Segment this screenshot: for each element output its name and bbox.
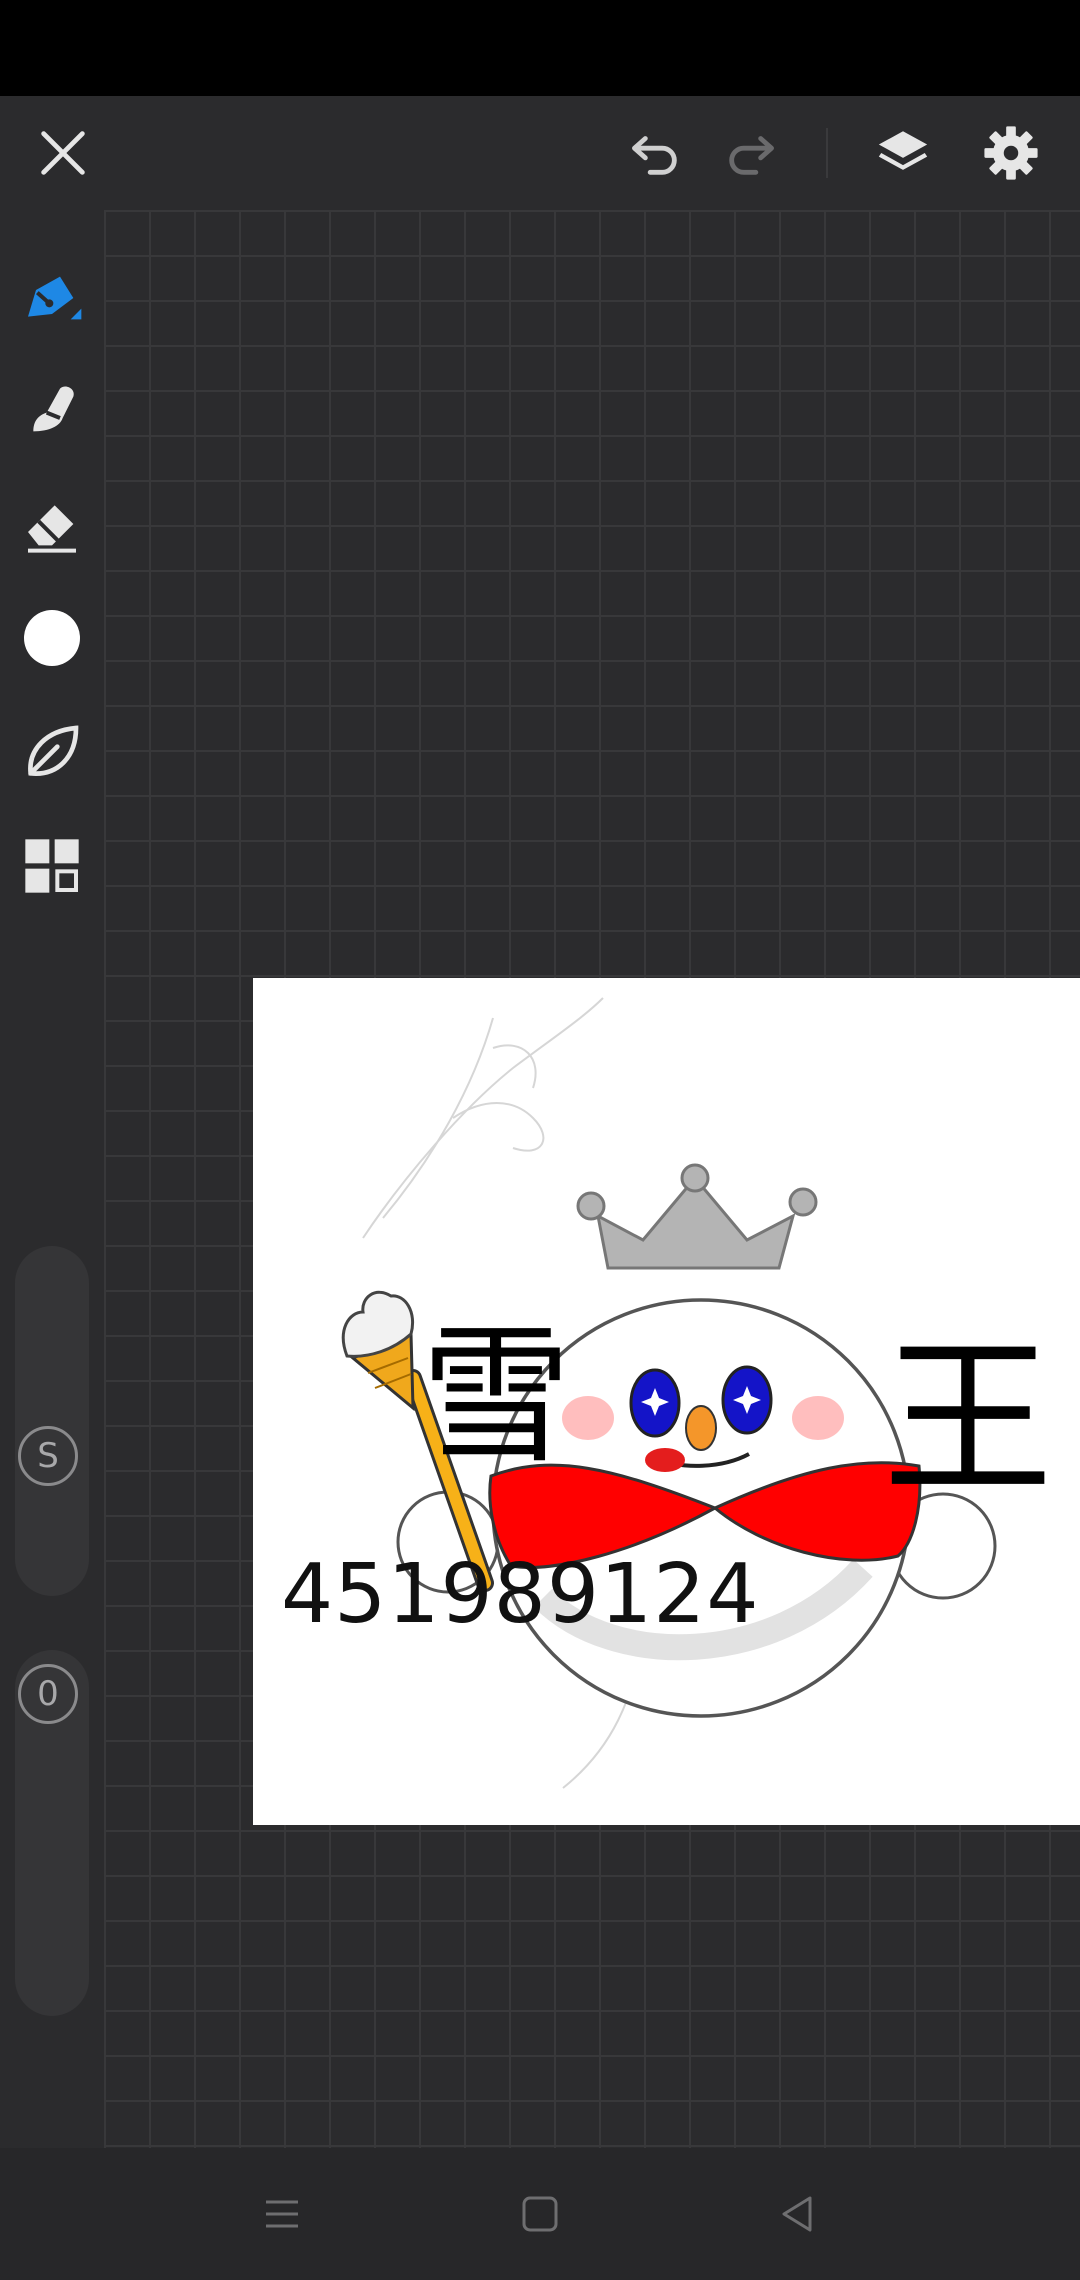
close-icon	[41, 131, 85, 175]
toolbar-divider	[826, 128, 828, 178]
redo-icon	[729, 136, 774, 175]
redo-button[interactable]	[716, 118, 786, 188]
close-button[interactable]	[28, 118, 98, 188]
undo-icon	[632, 136, 677, 175]
menu-icon	[266, 2200, 298, 2228]
status-bar	[0, 0, 1080, 96]
opacity-slider-label: 0	[18, 1664, 78, 1724]
gear-icon	[984, 126, 1038, 180]
brush-tool[interactable]	[12, 712, 92, 792]
grid-icon	[25, 839, 79, 893]
nav-menu-button[interactable]	[252, 2184, 312, 2244]
nav-back-button[interactable]	[768, 2184, 828, 2244]
grid-tool[interactable]	[12, 826, 92, 906]
system-nav-bar	[0, 2148, 1080, 2280]
leaf-brush-icon	[28, 725, 79, 776]
layers-icon	[878, 131, 928, 170]
back-triangle-icon	[782, 2196, 812, 2232]
undo-button[interactable]	[620, 118, 690, 188]
brush-size-slider[interactable]	[15, 1246, 89, 1596]
nav-home-button[interactable]	[510, 2184, 570, 2244]
eraser-tool[interactable]	[12, 484, 92, 564]
color-swatch-icon	[24, 610, 80, 666]
color-swatch[interactable]	[12, 598, 92, 678]
left-toolbar: S 0	[0, 210, 104, 2148]
character-right: 王	[883, 1321, 1053, 1519]
top-bar	[0, 96, 1080, 211]
canvas-number-text: 451989124	[281, 1547, 760, 1642]
smudge-icon	[33, 386, 74, 432]
drawing-canvas[interactable]: 雪 王 451989124	[253, 978, 1080, 1825]
character-left: 雪	[421, 1310, 571, 1484]
eraser-icon	[28, 505, 76, 553]
drawing-artwork: 雪 王	[341, 997, 1053, 1789]
layers-button[interactable]	[868, 118, 938, 188]
smudge-tool[interactable]	[12, 370, 92, 450]
canvas-workspace[interactable]: 雪 王 451989124	[104, 210, 1080, 2148]
settings-button[interactable]	[976, 118, 1046, 188]
size-slider-label: S	[18, 1426, 78, 1486]
pen-icon	[28, 276, 82, 320]
home-square-icon	[522, 2196, 558, 2232]
pen-tool[interactable]	[12, 258, 92, 338]
